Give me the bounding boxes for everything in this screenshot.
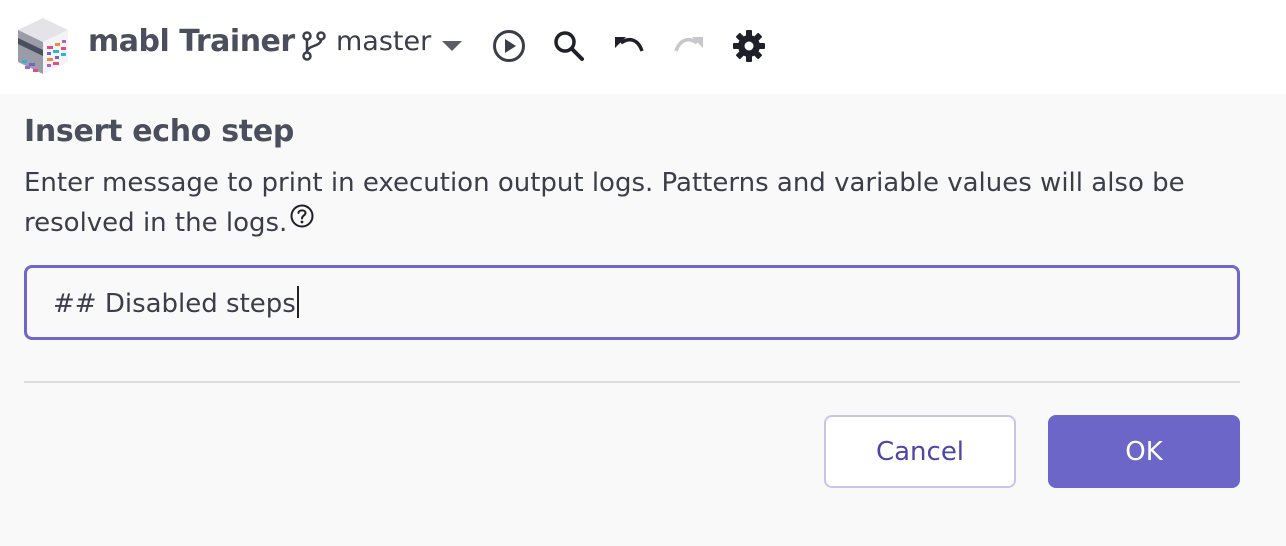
cancel-button[interactable]: Cancel bbox=[824, 415, 1016, 488]
settings-button[interactable] bbox=[731, 28, 767, 64]
play-circle-icon bbox=[493, 30, 525, 62]
branch-selector[interactable]: master bbox=[300, 26, 463, 66]
app-title: mabl Trainer bbox=[88, 24, 295, 59]
redo-button[interactable] bbox=[671, 28, 707, 64]
text-cursor bbox=[296, 286, 299, 318]
undo-icon bbox=[615, 37, 644, 52]
redo-icon bbox=[674, 37, 703, 52]
search-icon bbox=[554, 31, 584, 61]
dialog-description: Enter message to print in execution outp… bbox=[24, 163, 1224, 243]
gear-icon bbox=[733, 30, 765, 62]
description-text: Enter message to print in execution outp… bbox=[24, 168, 1185, 238]
chevron-down-icon bbox=[442, 41, 463, 51]
echo-message-value[interactable]: ## Disabled steps bbox=[53, 286, 299, 319]
top-toolbar: mabl Trainer master bbox=[0, 0, 1286, 94]
dialog-title: Insert echo step bbox=[24, 114, 295, 149]
search-button[interactable] bbox=[551, 28, 587, 64]
echo-message-text: ## Disabled steps bbox=[53, 289, 296, 319]
question-circle-icon[interactable] bbox=[289, 203, 315, 229]
dialog-divider bbox=[24, 381, 1240, 383]
undo-button[interactable] bbox=[611, 28, 647, 64]
mabl-logo-icon bbox=[18, 18, 68, 74]
echo-message-input[interactable]: ## Disabled steps bbox=[24, 265, 1240, 340]
run-test-button[interactable] bbox=[491, 28, 527, 64]
branch-icon bbox=[302, 31, 326, 61]
branch-name: master bbox=[336, 26, 432, 57]
ok-button[interactable]: OK bbox=[1048, 415, 1240, 488]
